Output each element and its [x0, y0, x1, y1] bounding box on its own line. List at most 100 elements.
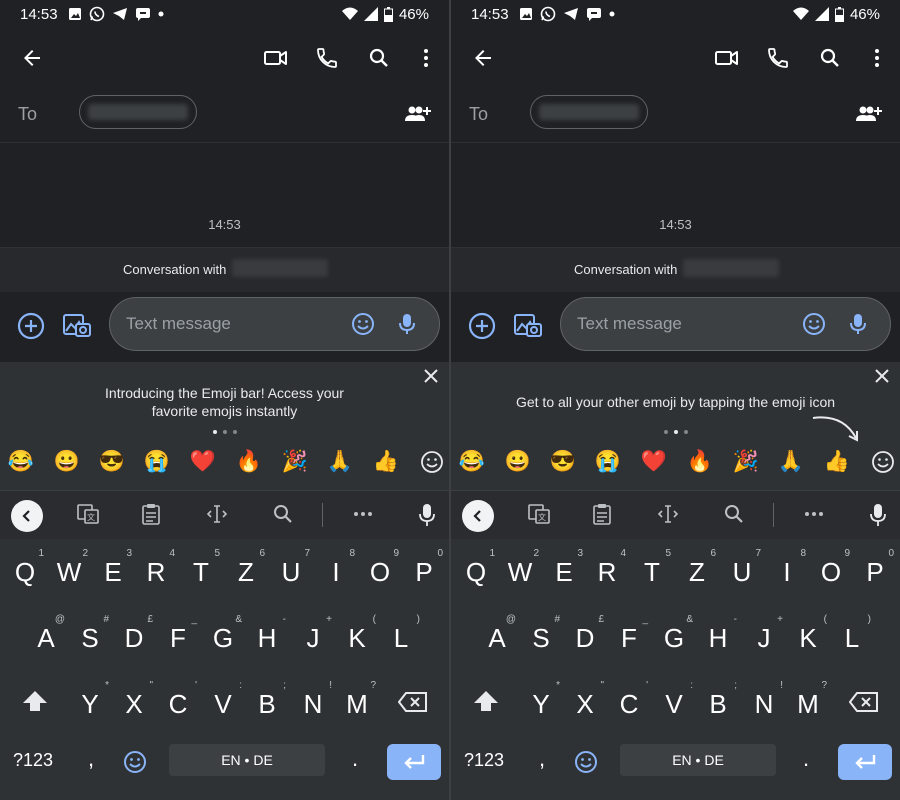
- back-arrow-icon[interactable]: [20, 46, 44, 70]
- key-d[interactable]: D £: [113, 614, 155, 660]
- key-p[interactable]: P0: [854, 548, 896, 594]
- emoji-key-icon[interactable]: [123, 750, 147, 779]
- key-h[interactable]: H-: [246, 614, 288, 660]
- key-e[interactable]: E3: [92, 548, 134, 594]
- numbers-key[interactable]: ?123: [464, 750, 504, 771]
- close-icon[interactable]: [874, 368, 890, 389]
- emoji-bar-item[interactable]: 😭: [143, 448, 171, 476]
- phone-call-icon[interactable]: [766, 46, 790, 70]
- emoji-bar-item[interactable]: 😂: [458, 448, 486, 476]
- text-cursor-icon[interactable]: [206, 503, 228, 530]
- emoji-keyboard-icon[interactable]: [869, 448, 897, 476]
- backspace-icon[interactable]: [397, 692, 428, 717]
- key-e[interactable]: E3: [543, 548, 585, 594]
- key-a[interactable]: A @: [476, 614, 518, 660]
- emoji-bar-item[interactable]: 😀: [504, 448, 532, 476]
- add-attachment-icon[interactable]: [468, 312, 496, 345]
- translate-icon[interactable]: 文: [77, 503, 99, 530]
- emoji-key-icon[interactable]: [574, 750, 598, 779]
- translate-icon[interactable]: 文: [528, 503, 550, 530]
- key-h[interactable]: H-: [697, 614, 739, 660]
- space-bar[interactable]: EN • DE: [620, 744, 776, 776]
- recipient-chip[interactable]: [79, 95, 197, 129]
- key-r[interactable]: R4: [135, 548, 177, 594]
- emoji-icon[interactable]: [351, 312, 375, 341]
- period-key[interactable]: .: [803, 746, 809, 772]
- emoji-bar-item[interactable]: ❤️: [640, 448, 668, 476]
- emoji-bar-item[interactable]: 😀: [53, 448, 81, 476]
- key-m[interactable]: M?: [787, 680, 829, 726]
- key-n[interactable]: N!: [743, 680, 785, 726]
- keyboard-search-icon[interactable]: [272, 503, 294, 530]
- add-people-icon[interactable]: [856, 104, 882, 129]
- emoji-bar-item[interactable]: 🎉: [281, 448, 309, 476]
- key-i[interactable]: I8: [766, 548, 808, 594]
- key-k[interactable]: K(: [336, 614, 378, 660]
- emoji-bar-item[interactable]: 👍: [823, 448, 851, 476]
- comma-key[interactable]: ,: [88, 746, 94, 772]
- more-tools-icon[interactable]: [352, 503, 374, 530]
- recipient-chip[interactable]: [530, 95, 648, 129]
- emoji-keyboard-icon[interactable]: [418, 448, 446, 476]
- key-l[interactable]: L): [380, 614, 422, 660]
- search-icon[interactable]: [367, 46, 391, 70]
- emoji-bar-item[interactable]: 😎: [98, 448, 126, 476]
- microphone-icon[interactable]: [397, 312, 417, 341]
- key-m[interactable]: M?: [336, 680, 378, 726]
- key-g[interactable]: G &: [202, 614, 244, 660]
- comma-key[interactable]: ,: [539, 746, 545, 772]
- video-call-icon[interactable]: [263, 46, 287, 70]
- enter-key[interactable]: [387, 744, 441, 780]
- clipboard-icon[interactable]: [592, 503, 612, 530]
- back-arrow-icon[interactable]: [471, 46, 495, 70]
- key-y[interactable]: Y *: [520, 680, 562, 726]
- more-tools-icon[interactable]: [803, 503, 825, 530]
- key-i[interactable]: I8: [315, 548, 357, 594]
- video-call-icon[interactable]: [714, 46, 738, 70]
- key-z[interactable]: Z6: [676, 548, 718, 594]
- period-key[interactable]: .: [352, 746, 358, 772]
- key-t[interactable]: T5: [631, 548, 673, 594]
- backspace-icon[interactable]: [848, 692, 879, 717]
- microphone-icon[interactable]: [848, 312, 868, 341]
- emoji-bar-item[interactable]: 😭: [594, 448, 622, 476]
- key-l[interactable]: L): [831, 614, 873, 660]
- key-k[interactable]: K(: [787, 614, 829, 660]
- key-q[interactable]: Q1: [4, 548, 46, 594]
- key-o[interactable]: O9: [810, 548, 852, 594]
- key-v[interactable]: V:: [653, 680, 695, 726]
- enter-key[interactable]: [838, 744, 892, 780]
- text-message-input[interactable]: Text message: [560, 297, 891, 351]
- key-r[interactable]: R4: [586, 548, 628, 594]
- key-c[interactable]: C ': [157, 680, 199, 726]
- key-y[interactable]: Y *: [69, 680, 111, 726]
- emoji-bar-item[interactable]: 😂: [7, 448, 35, 476]
- emoji-bar-item[interactable]: 👍: [372, 448, 400, 476]
- key-b[interactable]: B;: [697, 680, 739, 726]
- key-g[interactable]: G &: [653, 614, 695, 660]
- emoji-bar-item[interactable]: 🙏: [326, 448, 354, 476]
- key-u[interactable]: U7: [270, 548, 312, 594]
- shift-key-icon[interactable]: [473, 690, 499, 717]
- key-o[interactable]: O9: [359, 548, 401, 594]
- key-z[interactable]: Z6: [225, 548, 267, 594]
- voice-input-icon[interactable]: [418, 503, 436, 532]
- text-message-input[interactable]: Text message: [109, 297, 440, 351]
- text-cursor-icon[interactable]: [657, 503, 679, 530]
- emoji-icon[interactable]: [802, 312, 826, 341]
- key-c[interactable]: C ': [608, 680, 650, 726]
- more-options-icon[interactable]: [865, 46, 889, 70]
- key-f[interactable]: F _: [608, 614, 650, 660]
- key-f[interactable]: F _: [157, 614, 199, 660]
- add-attachment-icon[interactable]: [17, 312, 45, 345]
- emoji-bar-item[interactable]: 😎: [549, 448, 577, 476]
- key-u[interactable]: U7: [721, 548, 763, 594]
- emoji-bar-item[interactable]: 🙏: [777, 448, 805, 476]
- emoji-bar-item[interactable]: 🔥: [235, 448, 263, 476]
- key-x[interactable]: X ": [564, 680, 606, 726]
- key-a[interactable]: A @: [25, 614, 67, 660]
- numbers-key[interactable]: ?123: [13, 750, 53, 771]
- key-b[interactable]: B;: [246, 680, 288, 726]
- key-d[interactable]: D £: [564, 614, 606, 660]
- add-people-icon[interactable]: [405, 104, 431, 129]
